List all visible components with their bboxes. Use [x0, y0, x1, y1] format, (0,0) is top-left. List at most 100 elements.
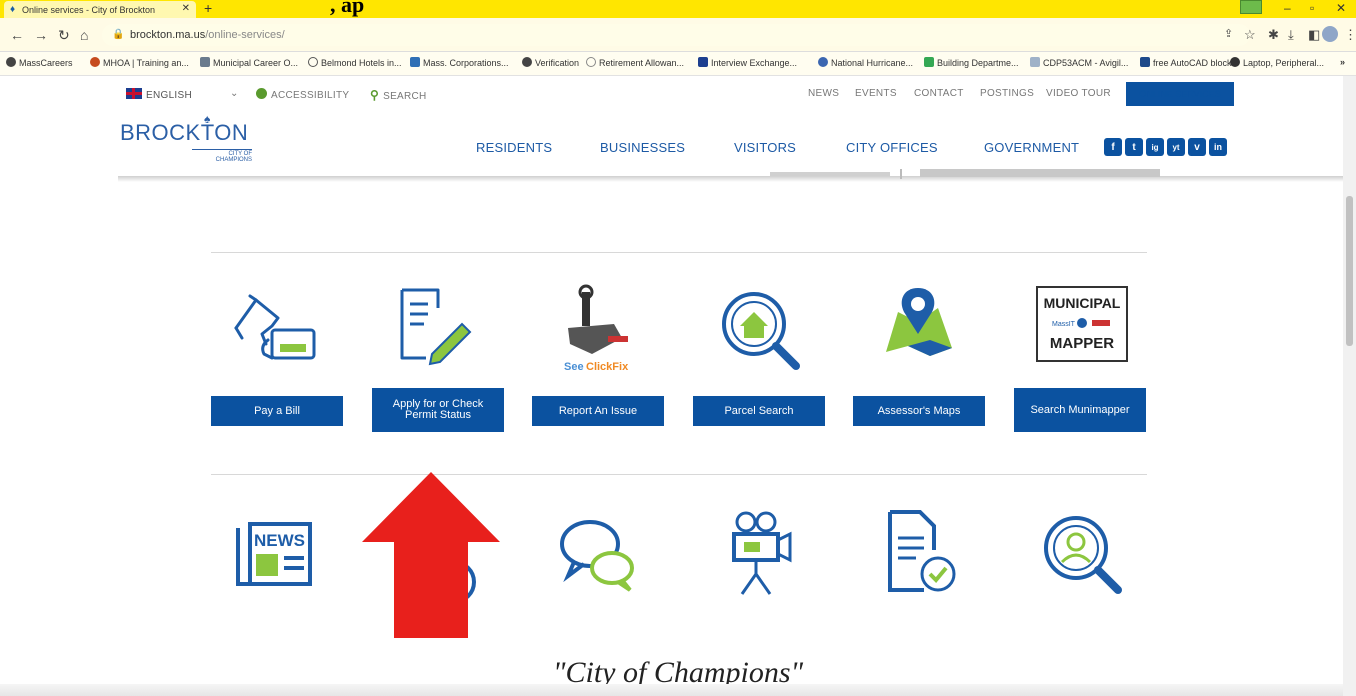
svg-text:MUNICIPAL: MUNICIPAL	[1044, 295, 1121, 311]
municipal-mapper-logo: MUNICIPAL MassIT MAPPER	[1036, 286, 1128, 362]
bookmark-item[interactable]: Laptop, Peripheral...	[1230, 57, 1324, 68]
minimize-icon[interactable]: –	[1284, 1, 1291, 15]
twitter-icon[interactable]: t	[1125, 138, 1143, 156]
bookmark-item[interactable]: Interview Exchange...	[698, 57, 797, 68]
divider-middle	[211, 474, 1147, 475]
util-link-video-tour[interactable]: VIDEO TOUR	[1046, 88, 1111, 99]
utility-bar: ENGLISH ⌄ ACCESSIBILITY ⚲ SEARCH NEWS EVE…	[0, 76, 1356, 112]
reload-icon[interactable]: ↻	[58, 27, 70, 44]
bookmarks-bar: MassCareers MHOA | Training an... Munici…	[0, 52, 1356, 76]
bookmark-star-icon[interactable]: ☆	[1244, 27, 1256, 43]
facebook-icon[interactable]: f	[1104, 138, 1122, 156]
bookmark-item[interactable]: free AutoCAD blocks	[1140, 57, 1236, 68]
search-munimapper-button[interactable]: Search Munimapper	[1014, 388, 1146, 432]
bookmark-item[interactable]: National Hurricane...	[818, 57, 913, 68]
interview-exchange-icon	[698, 57, 708, 67]
document-check-icon[interactable]	[876, 506, 966, 596]
document-pencil-icon	[400, 288, 472, 366]
bookmark-item[interactable]: Building Departme...	[924, 57, 1019, 68]
brockton-favicon-icon: ♦	[10, 4, 16, 15]
page-scrollbar[interactable]	[1343, 76, 1356, 696]
belmond-icon	[308, 57, 318, 67]
new-tab-button[interactable]: +	[204, 0, 212, 16]
instagram-icon[interactable]: ig	[1146, 138, 1164, 156]
bookmark-item[interactable]: MHOA | Training an...	[90, 57, 189, 68]
back-icon[interactable]: ←	[10, 27, 24, 43]
util-link-postings[interactable]: POSTINGS	[980, 88, 1034, 99]
parcel-search-button[interactable]: Parcel Search	[693, 396, 825, 426]
map-pin-icon	[886, 288, 952, 356]
menu-dots-icon[interactable]: ⋮	[1344, 27, 1356, 43]
bookmark-item[interactable]: Municipal Career O...	[200, 57, 298, 68]
nav-visitors[interactable]: VISITORS	[734, 140, 796, 155]
mhoa-icon	[90, 57, 100, 67]
util-link-news[interactable]: NEWS	[808, 88, 839, 99]
globe-icon	[6, 57, 16, 67]
bookmarks-overflow[interactable]: »	[1340, 57, 1345, 67]
red-arrow-annotation	[362, 472, 500, 638]
brockton-logo[interactable]: BROCKTON ♠ CITY OF CHAMPIONS	[120, 112, 270, 166]
url-field[interactable]: 🔒 brockton.ma.us/online-services/	[102, 24, 1250, 46]
window-close-icon[interactable]: ✕	[1336, 1, 1346, 15]
video-camera-icon[interactable]	[714, 508, 804, 598]
svg-text:See: See	[564, 361, 584, 373]
avigilon-icon	[1030, 57, 1040, 67]
youtube-icon[interactable]: yt	[1167, 138, 1185, 156]
chevron-down-icon[interactable]: ⌄	[230, 88, 239, 99]
pay-a-bill-button[interactable]: Pay a Bill	[211, 396, 343, 426]
browser-tab-strip: ♦ Online services - City of Brockton ✕ +…	[0, 0, 1356, 18]
browser-tab[interactable]: ♦ Online services - City of Brockton ✕	[4, 1, 196, 18]
language-select[interactable]: ENGLISH	[126, 88, 192, 101]
person-magnifier-icon[interactable]	[1036, 508, 1126, 598]
tab-title: Online services - City of Brockton	[22, 4, 156, 15]
nav-city-offices[interactable]: CITY OFFICES	[846, 140, 938, 155]
bookmark-item[interactable]: Retirement Allowan...	[586, 57, 684, 68]
report-issue-button[interactable]: Report An Issue	[532, 396, 664, 426]
svg-text:ClickFix: ClickFix	[586, 361, 629, 373]
util-link-events[interactable]: EVENTS	[855, 88, 897, 99]
profile-avatar[interactable]	[1322, 26, 1338, 42]
bookmark-item[interactable]: Belmond Hotels in...	[308, 57, 402, 68]
url-path: /online-services/	[205, 29, 285, 41]
tab-close-icon[interactable]: ✕	[182, 3, 190, 14]
search-link[interactable]: ⚲ SEARCH	[370, 88, 427, 102]
assessors-maps-button[interactable]: Assessor's Maps	[853, 396, 985, 426]
svg-text:MassIT: MassIT	[1052, 321, 1076, 328]
accessibility-link[interactable]: ACCESSIBILITY	[256, 88, 349, 101]
seeclickfix-logo: See ClickFix	[564, 284, 629, 373]
online-services-button[interactable]: ONLINE SERVICES	[1126, 82, 1234, 106]
website: ENGLISH ⌄ ACCESSIBILITY ⚲ SEARCH NEWS EVE…	[0, 76, 1356, 696]
maximize-icon[interactable]: ▫	[1310, 1, 1314, 15]
home-icon[interactable]: ⌂	[80, 27, 88, 43]
nav-businesses[interactable]: BUSINESSES	[600, 140, 685, 155]
bookmark-item[interactable]: CDP53ACM - Avigil...	[1030, 57, 1128, 68]
nav-government[interactable]: GOVERNMENT	[984, 140, 1079, 155]
logo-name: BROCKTON	[120, 120, 249, 145]
bookmark-item[interactable]: Mass. Corporations...	[410, 57, 509, 68]
apply-permit-button[interactable]: Apply for or Check Permit Status	[372, 388, 504, 432]
download-icon[interactable]: ⤓	[1288, 27, 1294, 43]
logo-flame-icon: ♠	[204, 112, 211, 126]
globe-icon	[522, 57, 532, 67]
hand-card-icon	[234, 294, 316, 360]
svg-text:MAPPER: MAPPER	[1050, 335, 1114, 352]
vimeo-icon[interactable]: v	[1188, 138, 1206, 156]
util-link-contact[interactable]: CONTACT	[914, 88, 964, 99]
nav-residents[interactable]: RESIDENTS	[476, 140, 552, 155]
bookmark-item[interactable]: Verification	[522, 57, 579, 68]
forward-icon[interactable]: →	[34, 27, 48, 43]
scrollbar-thumb[interactable]	[1346, 196, 1353, 346]
extension-icon[interactable]	[1240, 0, 1262, 14]
news-icon[interactable]: NEWS	[230, 504, 320, 594]
linkedin-icon[interactable]: in	[1209, 138, 1227, 156]
bookmark-item[interactable]: MassCareers	[6, 57, 73, 68]
house-magnifier-icon	[722, 292, 800, 370]
noaa-icon	[818, 57, 828, 67]
extensions-icon[interactable]: ✱	[1268, 27, 1279, 43]
share-icon[interactable]: ⇪	[1224, 27, 1233, 40]
sidebar-icon[interactable]: ◧	[1308, 27, 1320, 43]
drive-icon	[924, 57, 934, 67]
lock-icon: 🔒	[112, 29, 125, 40]
chat-bubbles-icon[interactable]	[554, 510, 644, 600]
search-icon: ⚲	[370, 88, 380, 102]
